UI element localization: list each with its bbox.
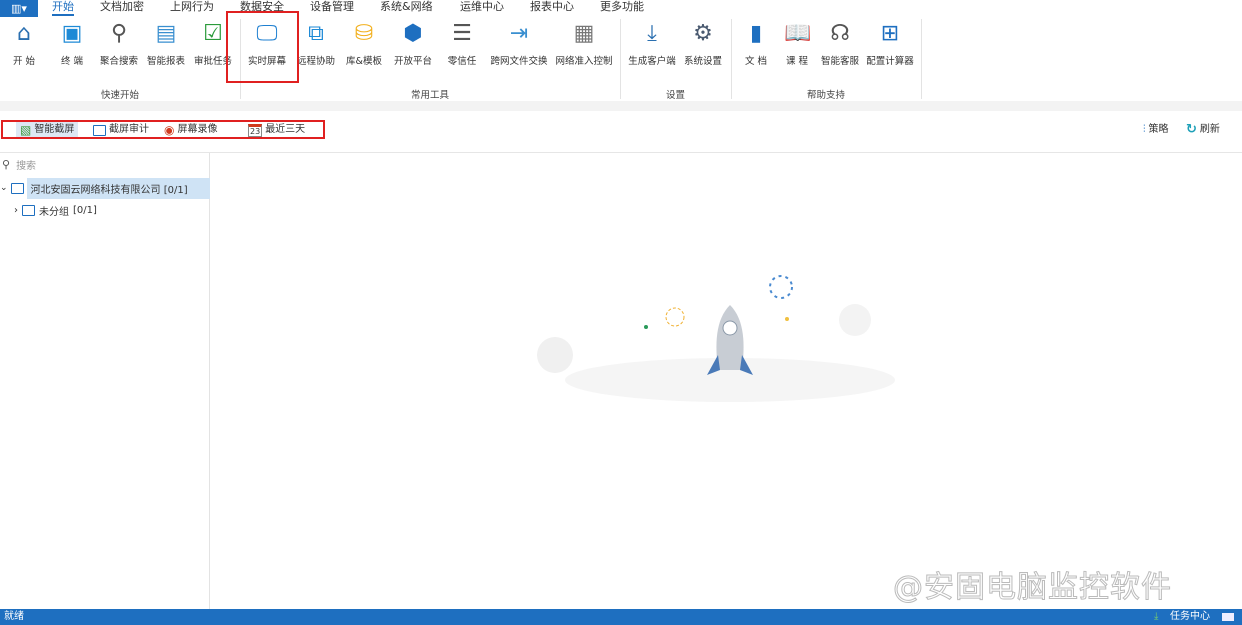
tab-doc-encrypt[interactable]: 文档加密 — [100, 0, 144, 14]
empty-state-illustration — [537, 275, 895, 402]
tab-internet[interactable]: 上网行为 — [170, 0, 214, 14]
tab-start[interactable]: 开始 — [52, 0, 74, 16]
server-icon: ☰ — [452, 21, 472, 46]
search-icon: ⚲ — [2, 157, 11, 171]
group-settings: 设置 — [665, 90, 685, 101]
tab-system-network[interactable]: 系统&网络 — [380, 0, 433, 14]
chevron-right-icon[interactable]: › — [14, 205, 18, 216]
divider-band — [0, 101, 1242, 111]
calculator-button[interactable]: ⊞ 配置计算器 — [860, 21, 920, 67]
network-port-icon: ▦ — [573, 21, 595, 46]
cube-icon: ⬢ — [403, 21, 423, 46]
chevron-down-icon[interactable]: ⌄ — [0, 183, 8, 193]
ribbon: ⌂ 开 始 ▣ 终 端 ⚲ 聚合搜索 ▤ 智能报表 ☑ 审批任务 🖵 实时屏幕 ⧉ 远程协助 … — [0, 17, 1242, 101]
status-bar: 就绪 ⤓ 任务中心 — [0, 609, 1242, 625]
tree-node-company[interactable]: ⌄ 河北安固云网络科技有限公司 [0/1] — [0, 177, 210, 199]
message-icon[interactable] — [1222, 613, 1234, 621]
watermark: @安固电脑监控软件 — [893, 570, 1172, 606]
tree-node-ungrouped[interactable]: › 未分组 [0/1] — [14, 201, 97, 219]
system-settings-button[interactable]: ⚙ 系统设置 — [673, 21, 733, 67]
cross-network-button[interactable]: ⇥ 跨网文件交换 — [489, 21, 549, 67]
sliders-icon: ⫶ — [1143, 124, 1146, 135]
open-book-icon: 📖 — [784, 21, 812, 46]
home-icon: ⌂ — [17, 21, 31, 46]
group-icon — [10, 182, 24, 194]
book-icon: ▮ — [749, 21, 763, 46]
zero-trust-button[interactable]: ☰ 零信任 — [432, 21, 492, 67]
calculator-icon: ⊞ — [880, 21, 900, 46]
app-menu-icon[interactable]: ▥▾ — [0, 0, 38, 17]
refresh-button[interactable]: ↻ 刷新 — [1186, 121, 1220, 139]
computers-icon — [22, 204, 35, 216]
task-center-link[interactable]: 任务中心 — [1170, 609, 1210, 625]
refresh-icon: ↻ — [1186, 122, 1197, 137]
search-icon: ⚲ — [110, 21, 128, 46]
highlight-box — [1, 120, 325, 139]
download-icon: ⤓ — [647, 21, 657, 46]
network-access-button[interactable]: ▦ 网络准入控制 — [554, 21, 614, 67]
headset-icon: ☊ — [830, 21, 850, 46]
remote-icon: ⧉ — [308, 21, 324, 46]
strategy-button[interactable]: ⫶ 策略 — [1143, 121, 1169, 139]
file-transfer-icon: ⇥ — [509, 21, 529, 46]
highlight-box — [226, 11, 299, 83]
database-icon: ⛁ — [354, 21, 374, 46]
group-tools: 常用工具 — [410, 90, 449, 101]
divider — [921, 19, 922, 99]
gear-icon: ⚙ — [693, 21, 713, 46]
download-icon: ⤓ — [1154, 611, 1159, 622]
computers-icon: ▣ — [61, 21, 83, 46]
status-text: 就绪 — [4, 611, 24, 622]
group-quick-start: 快速开始 — [100, 90, 139, 101]
tab-ops[interactable]: 运维中心 — [460, 0, 504, 14]
tab-device[interactable]: 设备管理 — [310, 0, 354, 14]
group-help: 帮助支持 — [806, 90, 845, 101]
tab-more[interactable]: 更多功能 — [600, 0, 644, 14]
tab-reports[interactable]: 报表中心 — [530, 0, 574, 14]
report-icon: ▤ — [155, 21, 177, 46]
menu-bar: ▥▾ 开始 文档加密 上网行为 数据安全 设备管理 系统&网络 运维中心 报表中… — [0, 0, 1242, 17]
clipboard-check-icon: ☑ — [203, 21, 223, 46]
search-box[interactable]: ⚲ 搜索 — [2, 156, 207, 172]
sidebar: ⚲ 搜索 ⌄ 河北安固云网络科技有限公司 [0/1] › 未分组 [0/1] — [0, 153, 210, 609]
